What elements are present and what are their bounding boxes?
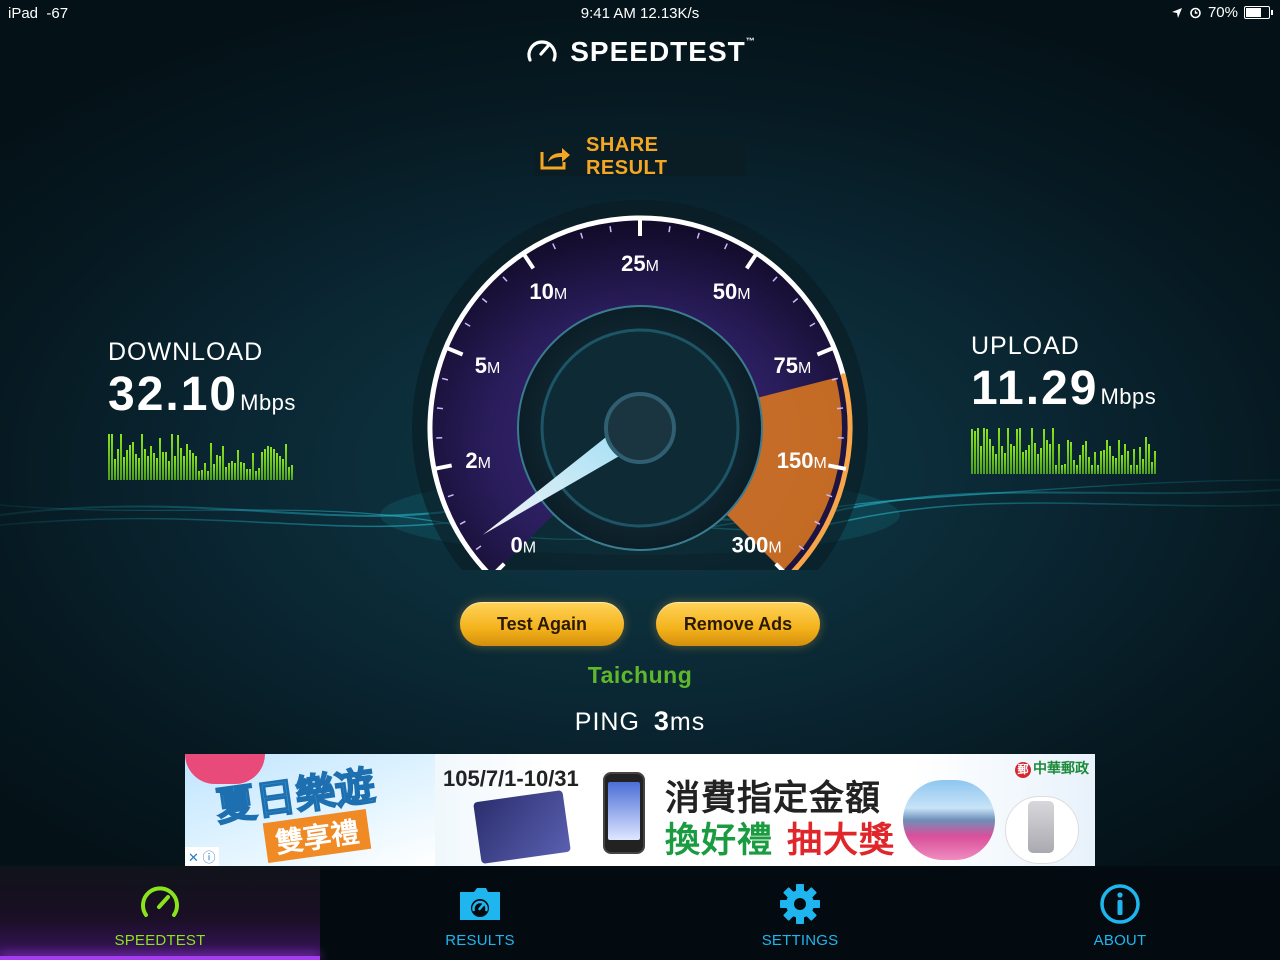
test-again-button[interactable]: Test Again (460, 602, 624, 646)
mount-fuji-image (903, 780, 995, 860)
ad-date: 105/7/1-10/31 (443, 766, 579, 791)
speed-gauge: 0M2M5M10M25M50M75M150M300M (412, 200, 868, 570)
tab-results-label: RESULTS (445, 932, 515, 949)
credit-card-image (473, 790, 571, 864)
speedometer-icon (141, 886, 179, 917)
download-metric: DOWNLOAD 32.10Mbps (108, 338, 296, 422)
tab-speedtest-label: SPEEDTEST (114, 932, 206, 949)
status-bar: iPad -67 9:41 AM 12.13K/s 70% (0, 0, 1280, 26)
server-location: Taichung (587, 662, 693, 688)
ad-offer-green: 換好禮 (665, 821, 774, 860)
tab-speedtest[interactable]: SPEEDTEST (0, 866, 320, 960)
download-value-line: 32.10Mbps (108, 367, 296, 422)
alarm-icon (1190, 7, 1201, 19)
status-right: 70% (1171, 4, 1273, 21)
info-icon (1100, 884, 1140, 924)
upload-value: 11.29 (971, 362, 1099, 415)
download-value: 32.10 (108, 368, 239, 421)
download-title: DOWNLOAD (108, 338, 264, 366)
upload-metric: UPLOAD 11.29Mbps (971, 332, 1156, 416)
share-icon (540, 148, 570, 170)
tab-results[interactable]: RESULTS (320, 866, 640, 960)
ping-value: 3 (653, 706, 670, 736)
ping-label: PING (574, 708, 640, 736)
tab-settings[interactable]: SETTINGS (640, 866, 960, 960)
status-time: 9:41 AM 12.13K/s (580, 5, 700, 22)
gauge-minor-tick (836, 407, 844, 410)
battery-fill (1246, 8, 1262, 17)
results-folder-icon (460, 888, 500, 920)
battery-percent: 70% (1207, 4, 1238, 21)
upload-value-line: 11.29Mbps (971, 361, 1156, 416)
phone-image (603, 772, 645, 854)
tab-bar: SPEEDTEST RESULTS SETTINGS ABOUT (0, 866, 1280, 960)
share-result-button[interactable]: SHARE RESULT (534, 134, 746, 179)
upload-title: UPLOAD (971, 332, 1080, 360)
ad-offer-red: 抽大獎 (787, 821, 896, 860)
ad-left-art: 夏日樂遊 雙享禮 (185, 754, 435, 866)
gauge-minor-tick (668, 226, 671, 233)
gauge-minor-tick (436, 407, 444, 410)
tab-settings-label: SETTINGS (761, 932, 839, 949)
gauge-minor-tick (609, 226, 612, 233)
ping-readout: PING 3ms (0, 706, 1280, 737)
adchoices-icon[interactable]: ✕ ⓘ (185, 847, 219, 866)
ping-unit: ms (669, 708, 706, 736)
gauge-hub (604, 392, 676, 464)
tab-about[interactable]: ABOUT (960, 866, 1280, 960)
download-unit: Mbps (240, 390, 296, 415)
app-header: SPEEDTEST™ (0, 34, 1280, 70)
ad-offer: 換好禮 抽大獎 (665, 812, 895, 863)
speedometer-icon (527, 40, 557, 62)
iphone-image (1005, 796, 1079, 864)
app-title: SPEEDTEST™ (570, 36, 756, 67)
battery-icon (1244, 6, 1273, 19)
location-icon (1171, 7, 1182, 18)
tab-about-label: ABOUT (1093, 932, 1147, 949)
gear-icon (780, 884, 820, 924)
remove-ads-button[interactable]: Remove Ads (656, 602, 820, 646)
ad-banner[interactable]: 夏日樂遊 雙享禮 105/7/1-10/31 消費指定金額 換好禮 抽大獎 郵中華… (185, 754, 1095, 866)
sponsor-logo: 郵中華郵政 (1015, 758, 1089, 778)
share-result-label: SHARE RESULT (585, 134, 668, 179)
upload-unit: Mbps (1100, 384, 1157, 409)
